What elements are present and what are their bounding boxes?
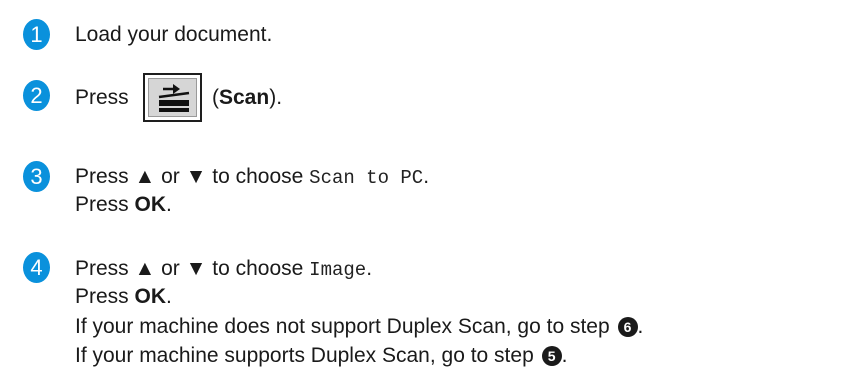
period: . [166, 193, 172, 216]
scan-key-icon [158, 84, 190, 112]
period: . [561, 344, 568, 367]
period: . [423, 165, 430, 188]
scan-key-button [143, 73, 202, 122]
scan-key-name: Scan [219, 86, 270, 109]
period: . [366, 257, 373, 280]
step-2-press-text: Press [75, 86, 129, 109]
ok-key-name: OK [134, 193, 167, 216]
choose-instruction: Press ▲ or ▼ to choose [75, 257, 304, 280]
step-number-badge-2: 2 [23, 80, 50, 111]
no-duplex-instruction: If your machine does not support Duplex … [75, 315, 610, 338]
step-3-choose-line: Press ▲ or ▼ to choose Scan to PC. [75, 164, 429, 191]
open-paren: ( [212, 86, 219, 109]
step-4-choose-line: Press ▲ or ▼ to choose Image. [75, 256, 372, 283]
step-number-badge-1: 1 [23, 19, 50, 50]
ok-key-name: OK [134, 285, 167, 308]
step-2-key-label: (Scan). [212, 85, 282, 111]
step-3-ok-line: Press OK. [75, 192, 172, 218]
step-number-badge-4: 4 [23, 252, 50, 283]
period: . [166, 285, 172, 308]
step-reference-6-icon[interactable]: 6 [617, 317, 638, 337]
choose-instruction: Press ▲ or ▼ to choose [75, 165, 304, 188]
step-number-badge-3: 3 [23, 161, 50, 192]
press-text: Press [75, 285, 129, 308]
menu-option-scan-to-pc: Scan to PC [309, 167, 424, 189]
menu-option-image: Image [309, 259, 367, 281]
step-4-duplex-line: If your machine supports Duplex Scan, go… [75, 343, 567, 369]
step-4-no-duplex-line: If your machine does not support Duplex … [75, 314, 643, 340]
duplex-instruction: If your machine supports Duplex Scan, go… [75, 344, 534, 367]
close-paren: ). [269, 86, 283, 109]
press-text: Press [75, 193, 129, 216]
step-4-ok-line: Press OK. [75, 284, 172, 310]
step-1-text: Load your document. [75, 23, 273, 46]
period: . [637, 315, 644, 338]
step-reference-5-icon[interactable]: 5 [541, 346, 562, 366]
